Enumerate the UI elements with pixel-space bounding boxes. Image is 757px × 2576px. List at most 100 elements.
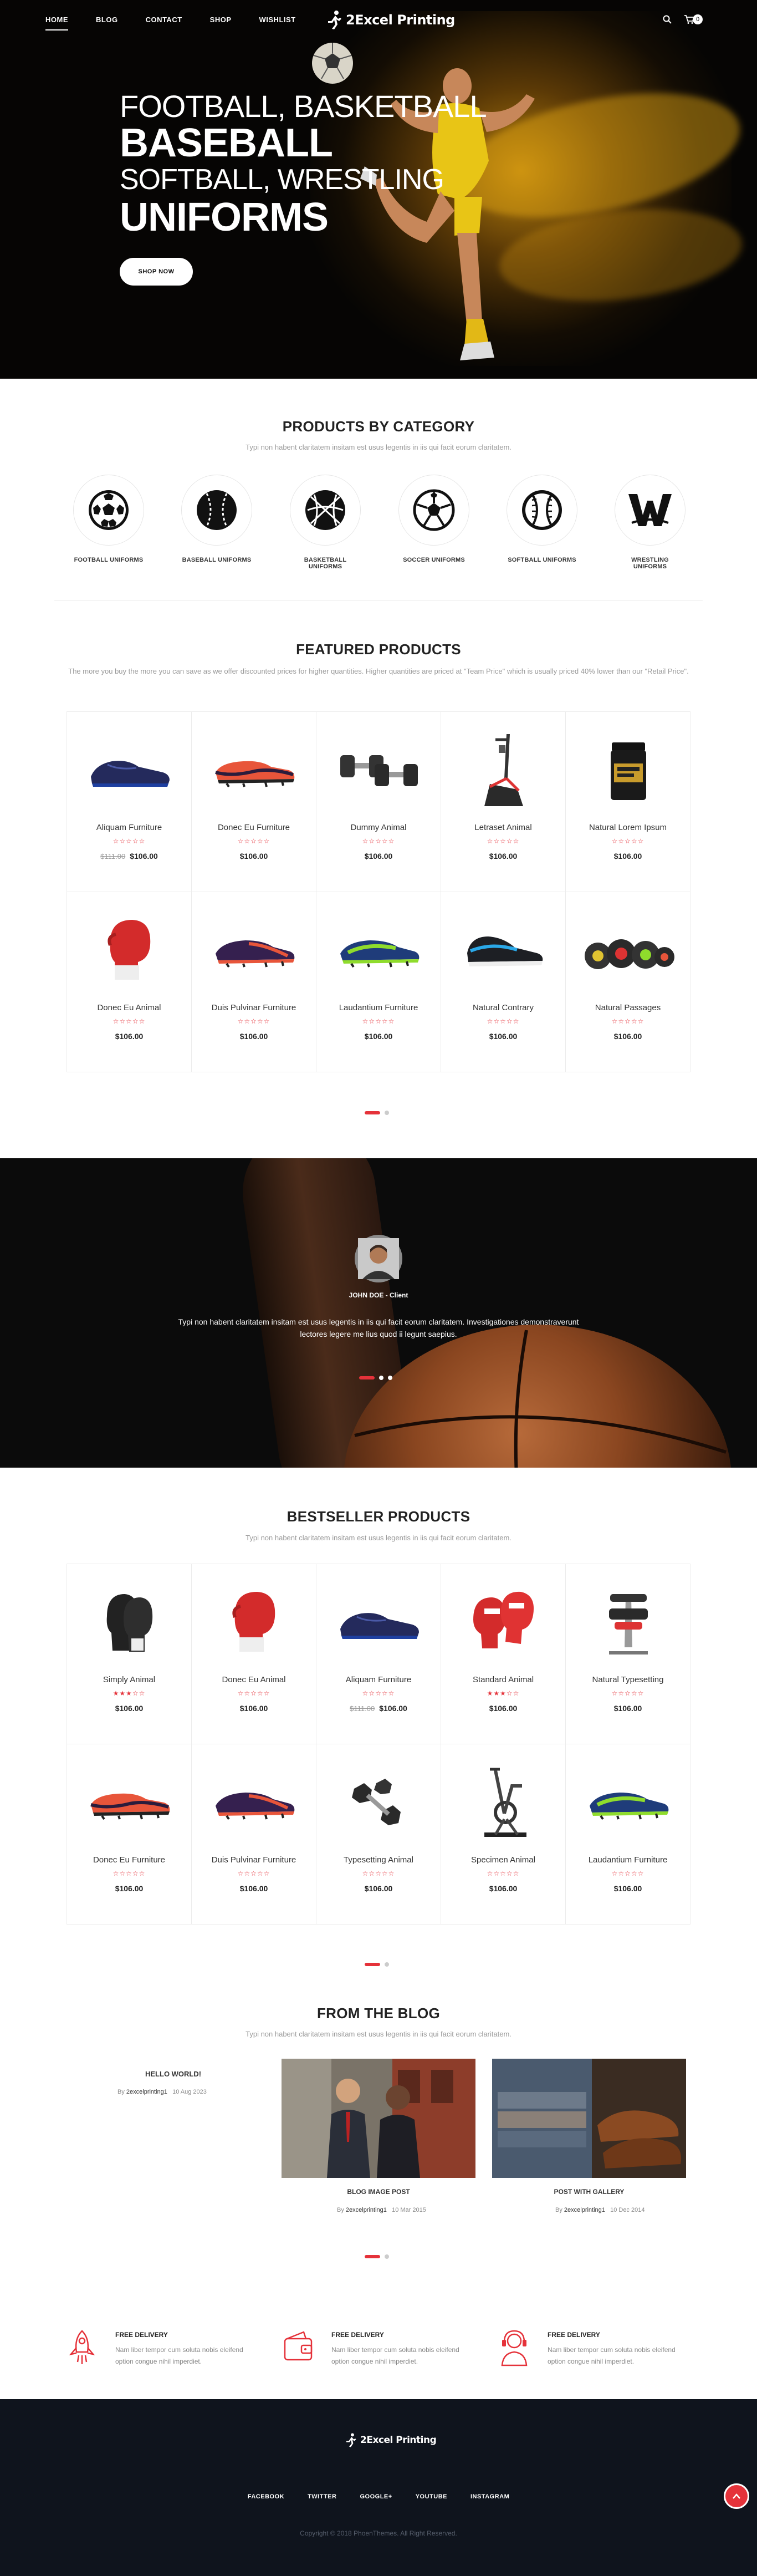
nav-home[interactable]: HOME xyxy=(45,16,68,30)
product-card[interactable]: Letraset Animal ☆☆☆☆☆ $106.00 xyxy=(441,712,566,892)
footer-link-facebook[interactable]: FACEBOOK xyxy=(248,2493,284,2500)
product-image[interactable] xyxy=(81,729,178,812)
product-name[interactable]: Natural Passages xyxy=(566,1003,690,1012)
product-name[interactable]: Laudantium Furniture xyxy=(566,1855,690,1865)
product-card[interactable]: Natural Lorem Ipsum ☆☆☆☆☆ $106.00 xyxy=(566,712,690,892)
product-name[interactable]: Typesetting Animal xyxy=(316,1855,441,1865)
product-image[interactable] xyxy=(330,729,427,812)
product-image[interactable] xyxy=(330,909,427,992)
product-card[interactable]: Laudantium Furniture ☆☆☆☆☆ $106.00 xyxy=(316,892,441,1072)
footer-logo[interactable]: 2Excel Printing xyxy=(345,2432,437,2448)
search-icon[interactable] xyxy=(663,15,672,24)
footer-link-youtube[interactable]: YOUTUBE xyxy=(416,2493,447,2500)
category-soccer[interactable]: SOCCER UNIFORMS xyxy=(398,475,470,563)
back-to-top-button[interactable] xyxy=(724,2483,749,2509)
star-empty-icon: ☆ xyxy=(250,837,257,845)
product-image[interactable] xyxy=(206,909,303,992)
footer-link-twitter[interactable]: TWITTER xyxy=(308,2493,336,2500)
product-image[interactable] xyxy=(81,1581,178,1664)
category-baseball[interactable]: BASEBALL UNIFORMS xyxy=(181,475,253,563)
product-name[interactable]: Donec Eu Animal xyxy=(67,1003,191,1012)
product-image[interactable] xyxy=(580,1581,677,1664)
product-name[interactable]: Duis Pulvinar Furniture xyxy=(192,1003,316,1012)
product-image[interactable] xyxy=(455,729,552,812)
category-wrestling[interactable]: WRESTLING UNIFORMS xyxy=(614,475,686,570)
product-image[interactable] xyxy=(455,1761,552,1844)
blog-post-image[interactable] xyxy=(492,2059,686,2178)
product-name[interactable]: Aliquam Furniture xyxy=(67,823,191,832)
blog-post-image[interactable] xyxy=(282,2059,475,2178)
product-image[interactable] xyxy=(206,1761,303,1844)
carousel-dot[interactable] xyxy=(379,1376,383,1380)
carousel-dot-active[interactable] xyxy=(365,1111,380,1114)
product-name[interactable]: Natural Lorem Ipsum xyxy=(566,823,690,832)
post-author[interactable]: 2excelprinting1 xyxy=(126,2089,167,2095)
product-image[interactable] xyxy=(81,1761,178,1844)
product-name[interactable]: Simply Animal xyxy=(67,1675,191,1684)
product-image[interactable] xyxy=(330,1581,427,1664)
product-card[interactable]: Typesetting Animal ☆☆☆☆☆ $106.00 xyxy=(316,1744,441,1925)
carousel-dot[interactable] xyxy=(385,2254,389,2259)
product-image[interactable] xyxy=(580,909,677,992)
product-card[interactable]: Laudantium Furniture ☆☆☆☆☆ $106.00 xyxy=(566,1744,690,1925)
product-card[interactable]: Aliquam Furniture ☆☆☆☆☆ $111.00 $106.00 xyxy=(316,1564,441,1744)
product-image[interactable] xyxy=(580,729,677,812)
product-name[interactable]: Letraset Animal xyxy=(441,823,565,832)
product-card[interactable]: Natural Typesetting ☆☆☆☆☆ $106.00 xyxy=(566,1564,690,1744)
product-card[interactable]: Specimen Animal ☆☆☆☆☆ $106.00 xyxy=(441,1744,566,1925)
product-name[interactable]: Standard Animal xyxy=(441,1675,565,1684)
product-card[interactable]: Donec Eu Animal ☆☆☆☆☆ $106.00 xyxy=(67,892,192,1072)
product-card[interactable]: Aliquam Furniture ☆☆☆☆☆ $111.00 $106.00 xyxy=(67,712,192,892)
product-name[interactable]: Dummy Animal xyxy=(316,823,441,832)
blog-post-title[interactable]: BLOG IMAGE POST xyxy=(282,2188,475,2196)
product-name[interactable]: Donec Eu Animal xyxy=(192,1675,316,1684)
product-name[interactable]: Natural Typesetting xyxy=(566,1675,690,1684)
carousel-dot[interactable] xyxy=(385,1962,389,1967)
carousel-dot-active[interactable] xyxy=(365,1963,380,1966)
product-image[interactable] xyxy=(455,1581,552,1664)
product-image[interactable] xyxy=(330,1761,427,1844)
carousel-dot[interactable] xyxy=(385,1111,389,1115)
product-image[interactable] xyxy=(455,909,552,992)
product-card[interactable]: Donec Eu Furniture ☆☆☆☆☆ $106.00 xyxy=(67,1744,192,1925)
product-card[interactable]: Donec Eu Furniture ☆☆☆☆☆ $106.00 xyxy=(192,712,316,892)
product-card[interactable]: Natural Contrary ☆☆☆☆☆ $106.00 xyxy=(441,892,566,1072)
category-football[interactable]: FOOTBALL UNIFORMS xyxy=(73,475,145,563)
nav-blog[interactable]: BLOG xyxy=(96,16,118,24)
footer-link-google[interactable]: GOOGLE+ xyxy=(360,2493,392,2500)
product-name[interactable]: Laudantium Furniture xyxy=(316,1003,441,1012)
post-author[interactable]: 2excelprinting1 xyxy=(564,2207,605,2213)
product-name[interactable]: Aliquam Furniture xyxy=(316,1675,441,1684)
footer-link-instagram[interactable]: INSTAGRAM xyxy=(470,2493,509,2500)
site-logo[interactable]: 2Excel Printing xyxy=(326,10,455,30)
carousel-dot[interactable] xyxy=(388,1376,392,1380)
product-card[interactable]: Duis Pulvinar Furniture ☆☆☆☆☆ $106.00 xyxy=(192,892,316,1072)
product-card[interactable]: Standard Animal ★★★☆☆ $106.00 xyxy=(441,1564,566,1744)
product-card[interactable]: Duis Pulvinar Furniture ☆☆☆☆☆ $106.00 xyxy=(192,1744,316,1925)
blog-post-title[interactable]: POST WITH GALLERY xyxy=(492,2188,686,2196)
carousel-dot-active[interactable] xyxy=(359,1376,375,1379)
cart-button[interactable]: 0 xyxy=(684,14,703,24)
product-card[interactable]: Dummy Animal ☆☆☆☆☆ $106.00 xyxy=(316,712,441,892)
shop-now-button[interactable]: SHOP NOW xyxy=(120,258,193,286)
post-author[interactable]: 2excelprinting1 xyxy=(346,2207,387,2213)
product-name[interactable]: Duis Pulvinar Furniture xyxy=(192,1855,316,1865)
product-image[interactable] xyxy=(580,1761,677,1844)
blog-post-title[interactable]: HELLO WORLD! xyxy=(145,2070,201,2078)
product-card[interactable]: Natural Passages ☆☆☆☆☆ $106.00 xyxy=(566,892,690,1072)
product-image[interactable] xyxy=(81,909,178,992)
category-softball[interactable]: SOFTBALL UNIFORMS xyxy=(506,475,578,563)
product-name[interactable]: Specimen Animal xyxy=(441,1855,565,1865)
product-name[interactable]: Donec Eu Furniture xyxy=(67,1855,191,1865)
product-name[interactable]: Donec Eu Furniture xyxy=(192,823,316,832)
product-name[interactable]: Natural Contrary xyxy=(441,1003,565,1012)
product-card[interactable]: Simply Animal ★★★☆☆ $106.00 xyxy=(67,1564,192,1744)
nav-wishlist[interactable]: WISHLIST xyxy=(259,16,296,24)
product-image[interactable] xyxy=(206,1581,303,1664)
product-card[interactable]: Donec Eu Animal ☆☆☆☆☆ $106.00 xyxy=(192,1564,316,1744)
product-image[interactable] xyxy=(206,729,303,812)
nav-contact[interactable]: CONTACT xyxy=(146,16,182,24)
nav-shop[interactable]: SHOP xyxy=(210,16,232,24)
category-basketball[interactable]: BASKETBALL UNIFORMS xyxy=(289,475,361,570)
carousel-dot-active[interactable] xyxy=(365,2255,380,2258)
